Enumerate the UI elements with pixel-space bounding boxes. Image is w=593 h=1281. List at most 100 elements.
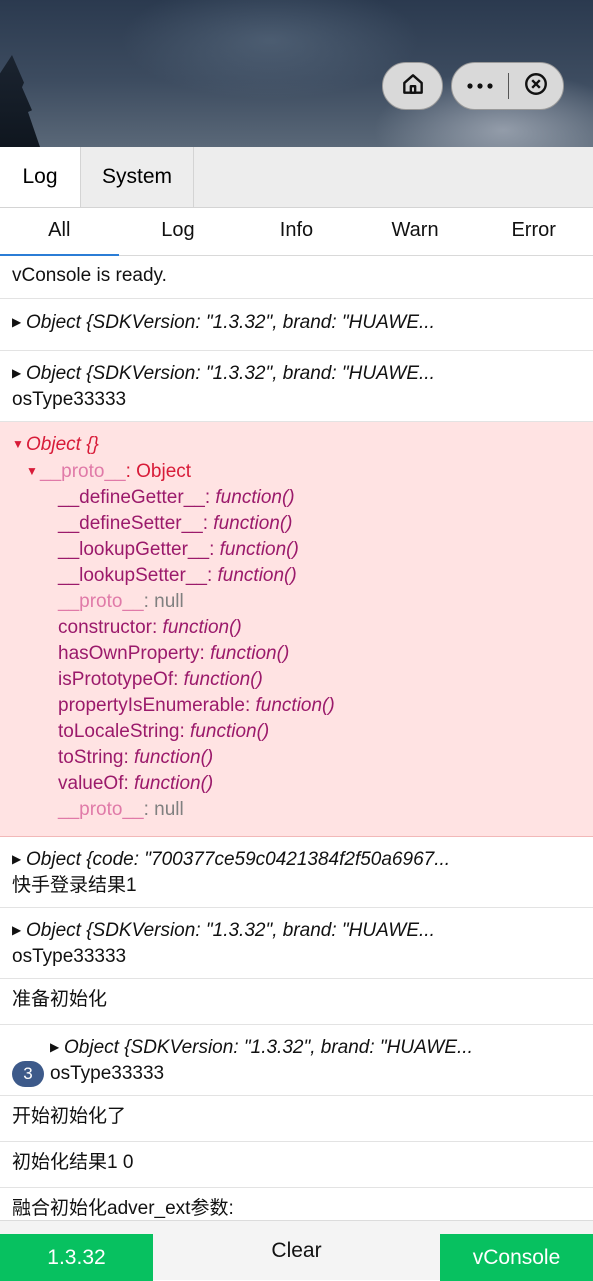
log-text: osType33333: [12, 946, 127, 967]
log-filter-bar: All Log Info Warn Error: [0, 208, 593, 256]
property-separator: :: [123, 747, 135, 768]
proto-property[interactable]: __proto__: null: [12, 589, 581, 615]
property-key: __defineSetter__: [58, 513, 203, 534]
proto-property[interactable]: __proto__: null: [12, 797, 581, 823]
proto-property[interactable]: __defineSetter__: function(): [12, 511, 581, 537]
property-separator: :: [143, 799, 155, 820]
proto-property[interactable]: constructor: function(): [12, 615, 581, 641]
log-text: vConsole is ready.: [12, 265, 167, 286]
proto-property-list: __defineGetter__: function() __defineSett…: [12, 485, 581, 823]
collapse-arrow-icon[interactable]: ▼: [12, 431, 26, 457]
close-button[interactable]: [509, 63, 563, 109]
log-row-grouped[interactable]: ▶ Object {SDKVersion: "1.3.32", brand: "H…: [0, 1025, 593, 1096]
version-button[interactable]: 1.3.32: [0, 1234, 153, 1281]
property-separator: :: [204, 487, 216, 508]
property-value: function(): [219, 539, 299, 560]
proto-property[interactable]: valueOf: function(): [12, 771, 581, 797]
background-tree: [0, 55, 40, 147]
collapse-arrow-icon[interactable]: ▼: [26, 458, 40, 484]
home-button[interactable]: [382, 62, 443, 110]
proto-property[interactable]: toString: function(): [12, 745, 581, 771]
expand-arrow-icon[interactable]: ▶: [12, 309, 26, 335]
property-value: function(): [255, 695, 335, 716]
property-key: __defineGetter__: [58, 487, 205, 508]
property-key: hasOwnProperty: [58, 643, 200, 664]
filter-warn[interactable]: Warn: [356, 208, 475, 255]
property-key: toLocaleString: [58, 721, 180, 742]
proto-key[interactable]: __proto__: [40, 461, 126, 482]
filter-log[interactable]: Log: [119, 208, 238, 255]
vconsole-tabs: Log System: [0, 147, 593, 208]
property-key: toString: [58, 747, 124, 768]
log-row: 初始化结果1 0: [0, 1142, 593, 1188]
log-row: 开始初始化了: [0, 1096, 593, 1142]
log-row[interactable]: ▶ Object {SDKVersion: "1.3.32", brand: "H…: [0, 351, 593, 422]
proto-property[interactable]: hasOwnProperty: function(): [12, 641, 581, 667]
log-text: 融合初始化adver_ext参数:: [12, 1198, 234, 1219]
property-value: function(): [213, 513, 293, 534]
tab-system[interactable]: System: [81, 147, 194, 207]
property-key: __lookupGetter__: [58, 539, 210, 560]
property-value: function(): [210, 643, 290, 664]
proto-value: Object: [136, 461, 192, 482]
property-value: function(): [162, 617, 242, 638]
property-value: null: [154, 799, 184, 820]
filter-error[interactable]: Error: [474, 208, 593, 255]
property-separator: :: [173, 669, 184, 690]
proto-property[interactable]: __lookupSetter__: function(): [12, 563, 581, 589]
proto-property[interactable]: propertyIsEnumerable: function(): [12, 693, 581, 719]
property-key: __proto__: [58, 799, 144, 820]
repeat-count-badge: 3: [12, 1061, 44, 1087]
log-object[interactable]: Object {SDKVersion: "1.3.32", brand: "HU…: [26, 363, 435, 384]
property-separator: :: [199, 643, 211, 664]
log-row: 准备初始化: [0, 979, 593, 1025]
property-key: __lookupSetter__: [58, 565, 207, 586]
log-row[interactable]: ▶ Object {SDKVersion: "1.3.32", brand: "H…: [0, 908, 593, 979]
filter-info[interactable]: Info: [237, 208, 356, 255]
more-button[interactable]: [452, 63, 508, 109]
expand-arrow-icon[interactable]: ▶: [12, 360, 26, 386]
clear-button[interactable]: Clear: [153, 1221, 440, 1281]
expand-arrow-icon[interactable]: ▶: [50, 1034, 64, 1060]
property-value: function(): [183, 669, 263, 690]
log-row[interactable]: ▶ Object {code: "700377ce59c0421384f2f50a…: [0, 837, 593, 908]
log-text: osType33333: [50, 1063, 165, 1085]
log-object[interactable]: Object {SDKVersion: "1.3.32", brand: "HU…: [64, 1037, 473, 1058]
log-object[interactable]: Object {code: "700377ce59c0421384f2f50a6…: [26, 849, 450, 870]
property-separator: :: [151, 617, 163, 638]
log-text: 初始化结果1 0: [12, 1152, 134, 1173]
filter-all[interactable]: All: [0, 208, 119, 256]
capsule-menu: [451, 62, 564, 110]
property-key: __proto__: [58, 591, 144, 612]
property-separator: :: [244, 695, 256, 716]
expand-arrow-icon[interactable]: ▶: [12, 917, 26, 943]
mini-program-header: [0, 0, 593, 147]
property-separator: :: [143, 591, 155, 612]
property-separator: :: [209, 539, 220, 560]
log-row[interactable]: ▶ Object {SDKVersion: "1.3.32", brand: "H…: [0, 299, 593, 351]
property-value: function(): [217, 565, 297, 586]
log-row-error[interactable]: ▼ Object {} ▼ __proto__: Object __defineGe…: [0, 422, 593, 837]
vconsole-footer: 1.3.32 Clear vConsole: [0, 1220, 593, 1281]
proto-property[interactable]: __defineGetter__: function(): [12, 485, 581, 511]
expand-arrow-icon[interactable]: ▶: [12, 846, 26, 872]
proto-property[interactable]: toLocaleString: function(): [12, 719, 581, 745]
log-object[interactable]: Object {SDKVersion: "1.3.32", brand: "HU…: [26, 920, 435, 941]
log-text: 快手登录结果1: [12, 875, 137, 896]
log-list[interactable]: vConsole is ready. ▶ Object {SDKVersion: …: [0, 256, 593, 1220]
log-text: 开始初始化了: [12, 1106, 127, 1127]
close-circle-icon: [523, 71, 549, 102]
log-object[interactable]: Object {}: [26, 434, 99, 455]
property-value: function(): [190, 721, 270, 742]
log-object[interactable]: Object {SDKVersion: "1.3.32", brand: "HU…: [26, 312, 435, 333]
tab-log[interactable]: Log: [0, 147, 81, 207]
property-separator: :: [206, 565, 218, 586]
property-separator: :: [179, 721, 191, 742]
vconsole-toggle-button[interactable]: vConsole: [440, 1234, 593, 1281]
proto-property[interactable]: __lookupGetter__: function(): [12, 537, 581, 563]
property-value: function(): [134, 747, 214, 768]
property-key: constructor: [58, 617, 152, 638]
proto-property[interactable]: isPrototypeOf: function(): [12, 667, 581, 693]
property-value: null: [154, 591, 184, 612]
property-separator: :: [202, 513, 214, 534]
